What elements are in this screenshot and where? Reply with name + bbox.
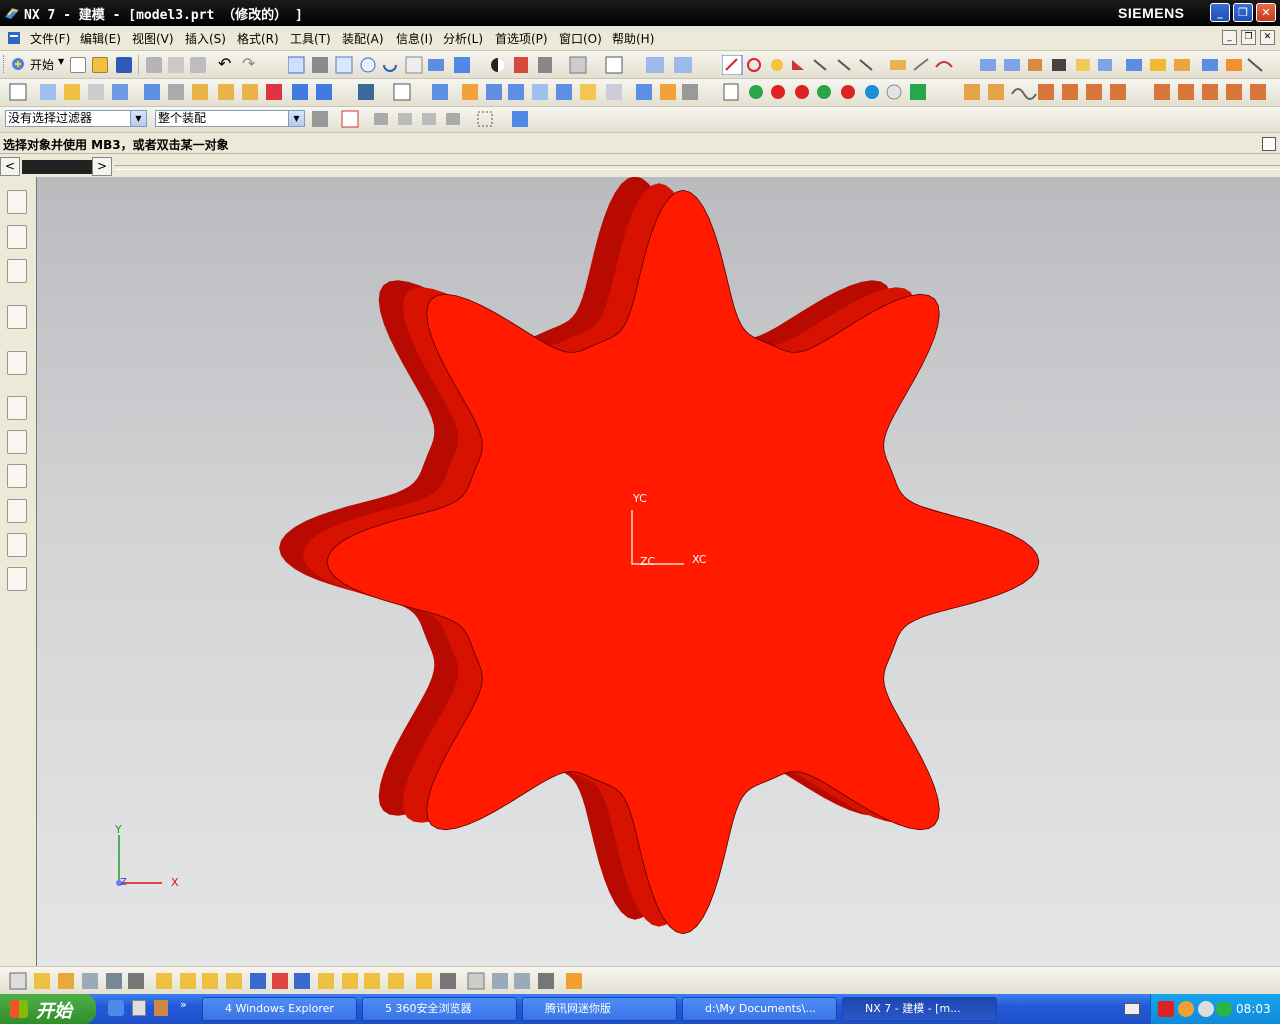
constraint-navigator-icon[interactable] [7, 225, 27, 249]
chevron-down-icon[interactable]: ▼ [130, 111, 146, 126]
abs-x-label: X [171, 876, 179, 889]
mdi-close-button[interactable]: ✕ [1260, 30, 1275, 45]
menu-assembly[interactable]: 装配(A) [342, 30, 384, 47]
abs-y-label: Y [115, 823, 122, 836]
roles-icon[interactable] [7, 533, 27, 557]
mdi-minimize-button[interactable]: _ [1222, 30, 1237, 45]
menu-edit[interactable]: 编辑(E) [80, 30, 121, 47]
chevron-down-icon[interactable]: ▼ [288, 111, 304, 126]
tray-input-method-icon[interactable] [1158, 1001, 1174, 1017]
tray-network-icon[interactable] [1198, 1001, 1214, 1017]
task-tencent-mini[interactable]: 腾讯网迷你版 [522, 997, 677, 1021]
tray-security-icon[interactable] [1216, 1001, 1232, 1017]
menu-information[interactable]: 信息(I) [396, 30, 433, 47]
menu-insert[interactable]: 插入(S) [185, 30, 226, 47]
reuse-library-icon[interactable] [7, 305, 27, 329]
paste-icon[interactable] [190, 57, 206, 73]
task-360-browser[interactable]: 5 360安全浏览器 [362, 997, 517, 1021]
type-filter-value: 没有选择过滤器 [8, 111, 93, 125]
close-button[interactable]: ✕ [1256, 3, 1276, 22]
scroller-track [114, 165, 1280, 170]
menu-window[interactable]: 窗口(O) [559, 30, 602, 47]
abs-z-label: Z [120, 877, 127, 888]
chevron-down-icon[interactable]: ▼ [58, 57, 64, 66]
part-navigator-icon[interactable] [7, 259, 27, 283]
menu-preferences[interactable]: 首选项(P) [495, 30, 548, 47]
new-file-icon[interactable] [70, 57, 86, 73]
nx-logo-icon [5, 8, 19, 19]
menu-analysis[interactable]: 分析(L) [443, 30, 483, 47]
history-icon[interactable] [7, 396, 27, 420]
snap-toolbar-icons[interactable] [722, 55, 1272, 75]
minimize-button[interactable]: _ [1210, 3, 1230, 22]
process-studio-icon[interactable] [7, 464, 27, 488]
assembly-navigator-icon[interactable] [7, 190, 27, 214]
scroll-thumb[interactable] [22, 160, 92, 174]
toolbar-separator [138, 55, 139, 75]
selection-toolbar-icons[interactable] [312, 110, 532, 128]
selection-scope-select[interactable]: 整个装配 [155, 110, 305, 127]
task-nx-modeling[interactable]: NX 7 - 建模 - [m... [842, 997, 997, 1021]
quicklaunch-more-icon[interactable]: » [180, 998, 187, 1011]
menu-view[interactable]: 视图(V) [132, 30, 174, 47]
view-toolbar-icons[interactable] [288, 55, 728, 75]
status-panel-toggle-icon[interactable] [1262, 137, 1276, 151]
save-icon[interactable] [116, 57, 132, 73]
clock: 08:03 [1236, 1002, 1271, 1016]
start-menu-button[interactable]: 开始 [30, 56, 54, 73]
menu-help[interactable]: 帮助(H) [612, 30, 654, 47]
redo-icon[interactable]: ↷ [242, 54, 255, 73]
open-folder-icon[interactable] [92, 57, 108, 73]
menu-format[interactable]: 格式(R) [237, 30, 279, 47]
web-browser-icon[interactable] [7, 351, 27, 375]
wcs-z-label: ZC [640, 555, 656, 568]
manufacturing-wizard-icon[interactable] [7, 499, 27, 523]
toolbar-grip[interactable] [3, 55, 7, 73]
system-scenes-icon[interactable] [7, 567, 27, 591]
start-icon [12, 58, 24, 70]
copy-icon[interactable] [168, 57, 184, 73]
menu-tools[interactable]: 工具(T) [290, 30, 331, 47]
tray-qq-icon[interactable] [1178, 1001, 1194, 1017]
feature-toolbar-icons[interactable] [8, 82, 1273, 102]
start-button[interactable]: 开始 [0, 994, 96, 1024]
menu-file[interactable]: 文件(F) [30, 30, 70, 47]
scroll-right-button[interactable]: > [92, 157, 112, 176]
restore-button[interactable]: ❐ [1233, 3, 1253, 22]
document-icon [8, 32, 20, 44]
system-materials-icon[interactable] [7, 430, 27, 454]
window-title: NX 7 - 建模 - [model3.prt （修改的） ] [24, 8, 303, 23]
cue-line: 选择对象并使用 MB3，或者双击某一对象 [3, 138, 229, 152]
type-filter-select[interactable]: 没有选择过滤器 [5, 110, 147, 127]
start-label: 开始 [36, 1001, 72, 1022]
app-quicklaunch-icon[interactable] [154, 1000, 168, 1016]
selection-scope-value: 整个装配 [158, 111, 207, 125]
task-windows-explorer[interactable]: 4 Windows Explorer [202, 997, 357, 1021]
wcs-y-label: YC [633, 492, 647, 505]
gear-part-model[interactable] [37, 177, 1280, 966]
task-my-documents[interactable]: d:\My Documents\... [682, 997, 837, 1021]
windows-logo-icon [10, 1000, 28, 1018]
ie-quicklaunch-icon[interactable] [108, 1000, 124, 1016]
mdi-restore-button[interactable]: ❐ [1241, 30, 1256, 45]
desktop-quicklaunch-icon[interactable] [132, 1000, 146, 1016]
wcs-x-label: XC [692, 553, 707, 566]
bottom-toolbar-icons[interactable] [6, 971, 606, 991]
undo-icon[interactable]: ↶ [218, 54, 231, 73]
scroll-left-button[interactable]: < [0, 157, 20, 176]
siemens-brand: SIEMENS [1118, 5, 1185, 21]
cut-icon[interactable] [146, 57, 162, 73]
keyboard-icon[interactable] [1124, 1003, 1140, 1015]
